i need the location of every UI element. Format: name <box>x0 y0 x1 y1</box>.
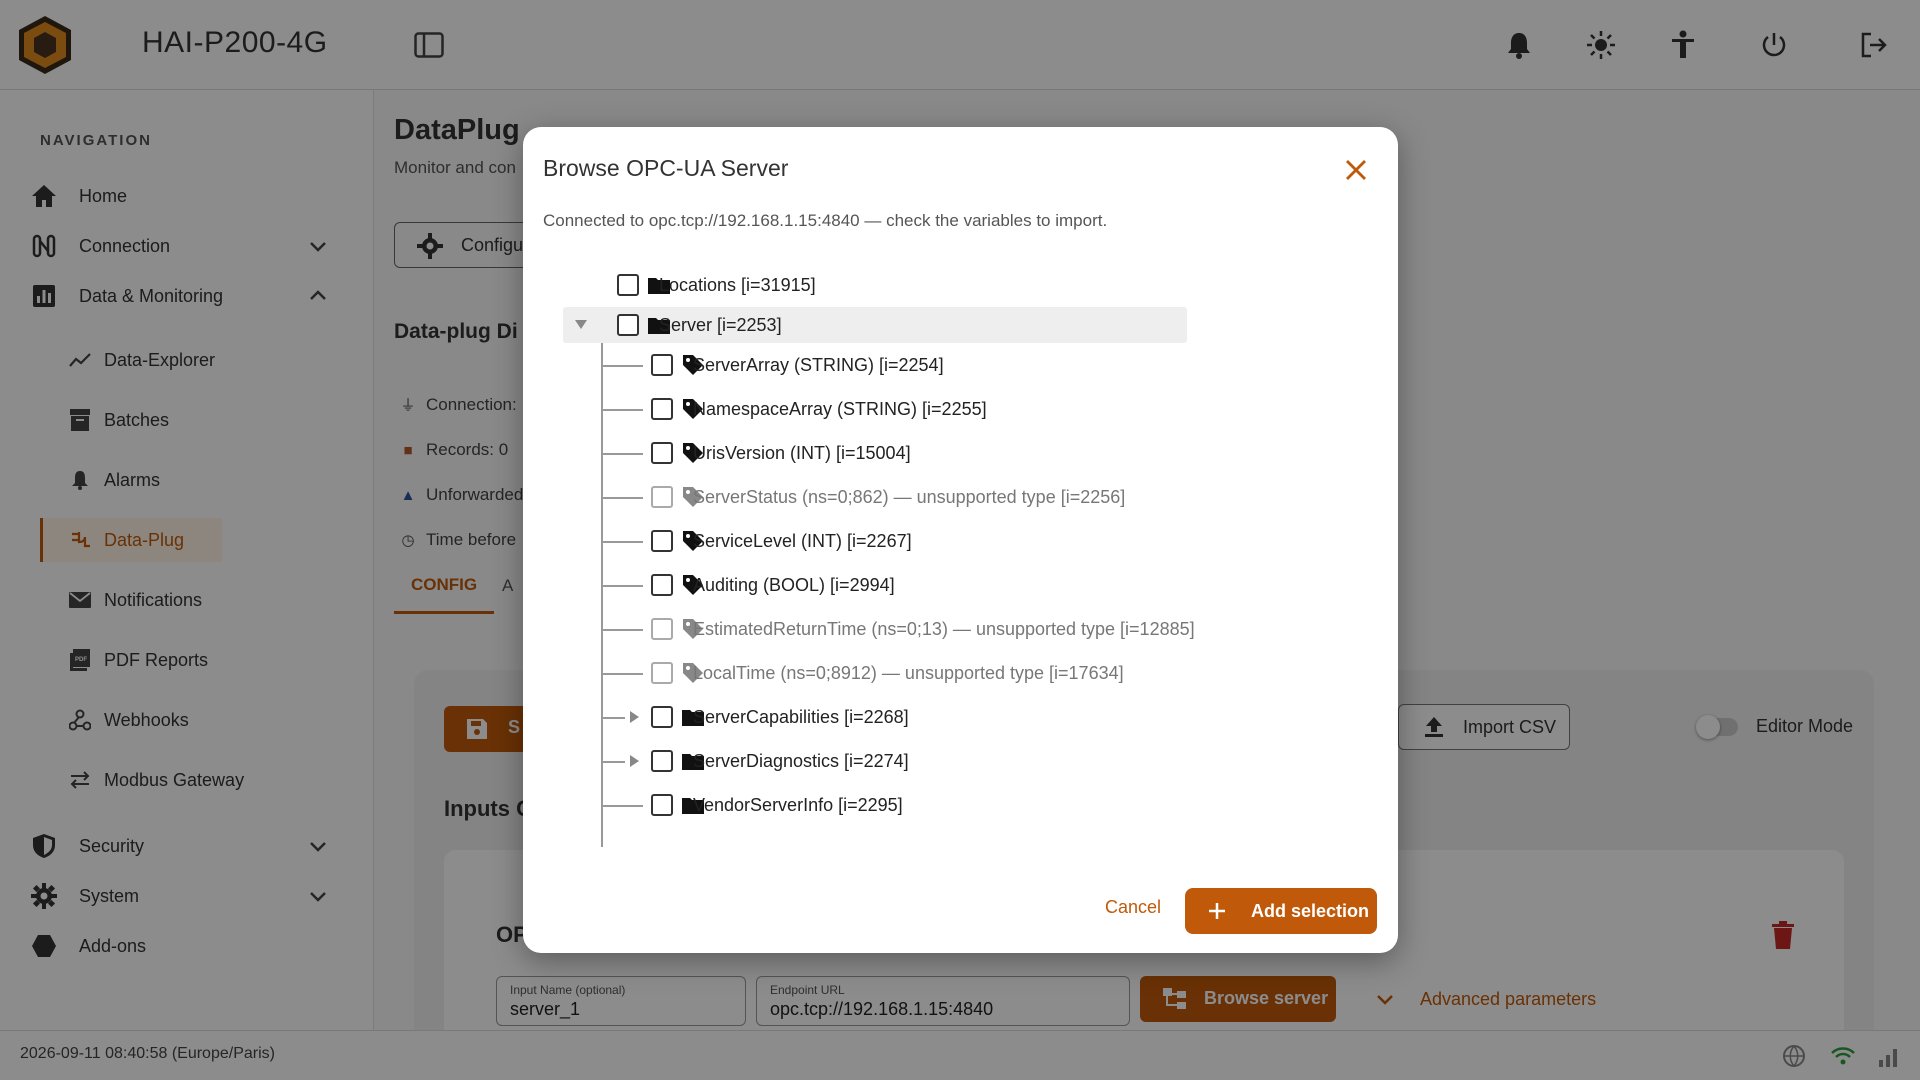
tree-branch-line <box>601 409 643 411</box>
add-selection-label: Add selection <box>1251 900 1370 921</box>
node-checkbox[interactable] <box>651 794 673 816</box>
tree-node[interactable]: ServerArray (STRING) [i=2254] <box>563 347 1363 383</box>
tree-node-label: NamespaceArray (STRING) [i=2255] <box>693 398 987 419</box>
tree-node[interactable]: Auditing (BOOL) [i=2994] <box>563 567 1363 603</box>
tree-node[interactable]: EstimatedReturnTime (ns=0;13) — unsuppor… <box>563 611 1363 647</box>
tree-branch-line <box>601 453 643 455</box>
tree-node-label: ServerDiagnostics [i=2274] <box>693 750 909 771</box>
node-checkbox[interactable] <box>651 530 673 552</box>
node-checkbox[interactable] <box>651 398 673 420</box>
tree-branch-line <box>601 497 643 499</box>
tree-node-label: ServerStatus (ns=0;862) — unsupported ty… <box>693 486 1126 507</box>
tree-node[interactable]: ServiceLevel (INT) [i=2267] <box>563 523 1363 559</box>
tree-branch-line <box>601 585 643 587</box>
tree-branch-line <box>601 761 625 763</box>
tree-branch-line <box>601 805 643 807</box>
cancel-button[interactable]: Cancel <box>1093 889 1173 925</box>
expand-triangle-icon[interactable] <box>627 753 643 769</box>
tree-node-label: LocalTime (ns=0;8912) — unsupported type… <box>693 662 1124 683</box>
tree-node-label: ServiceLevel (INT) [i=2267] <box>693 530 912 551</box>
dialog-title: Browse OPC-UA Server <box>543 155 789 181</box>
tree-node[interactable]: Server [i=2253] <box>563 307 1187 343</box>
tree-branch-line <box>601 717 625 719</box>
node-checkbox[interactable] <box>651 442 673 464</box>
node-checkbox[interactable] <box>617 314 639 336</box>
opcua-tree: Locations [i=31915] Server [i=2253] Server… <box>563 267 1363 847</box>
node-checkbox[interactable] <box>651 354 673 376</box>
tree-node-label: Locations [i=31915] <box>659 274 816 295</box>
node-checkbox[interactable] <box>651 574 673 596</box>
expand-triangle-icon[interactable] <box>627 709 643 725</box>
tree-branch-line <box>601 673 643 675</box>
tree-node[interactable]: UrisVersion (INT) [i=15004] <box>563 435 1363 471</box>
dialog-description: Connected to opc.tcp://192.168.1.15:4840… <box>543 211 1108 230</box>
tree-node[interactable]: ServerCapabilities [i=2268] <box>563 699 1363 735</box>
tree-branch-line <box>601 365 643 367</box>
node-checkbox[interactable] <box>651 750 673 772</box>
tree-node-label: ServerCapabilities [i=2268] <box>693 706 909 727</box>
tree-branch-line <box>601 541 643 543</box>
tree-node[interactable]: ServerDiagnostics [i=2274] <box>563 743 1363 779</box>
tree-node-label: UrisVersion (INT) [i=15004] <box>693 442 911 463</box>
tree-node[interactable]: LocalTime (ns=0;8912) — unsupported type… <box>563 655 1363 691</box>
tree-node[interactable]: VendorServerInfo [i=2295] <box>563 787 1363 823</box>
close-icon[interactable] <box>1341 155 1371 185</box>
tree-node[interactable]: ServerStatus (ns=0;862) — unsupported ty… <box>563 479 1363 515</box>
tree-node[interactable]: NamespaceArray (STRING) [i=2255] <box>563 391 1363 427</box>
tree-branch-line <box>601 629 643 631</box>
node-checkbox <box>651 662 673 684</box>
tree-node-label: ServerArray (STRING) [i=2254] <box>693 354 944 375</box>
tree-node-label: VendorServerInfo [i=2295] <box>693 794 903 815</box>
tree-node-label: Server [i=2253] <box>659 314 782 335</box>
tree-node[interactable]: Locations [i=31915] <box>563 267 1363 303</box>
tree-node-label: Auditing (BOOL) [i=2994] <box>693 574 895 595</box>
node-checkbox[interactable] <box>651 706 673 728</box>
browse-opcua-dialog: Browse OPC-UA Server Connected to opc.tc… <box>523 127 1398 953</box>
node-checkbox <box>651 618 673 640</box>
collapse-triangle-icon[interactable] <box>573 317 589 333</box>
add-selection-button[interactable]: Add selection <box>1185 888 1377 934</box>
plus-icon <box>1209 903 1225 919</box>
tree-node-label: EstimatedReturnTime (ns=0;13) — unsuppor… <box>693 618 1195 639</box>
node-checkbox <box>651 486 673 508</box>
node-checkbox[interactable] <box>617 274 639 296</box>
